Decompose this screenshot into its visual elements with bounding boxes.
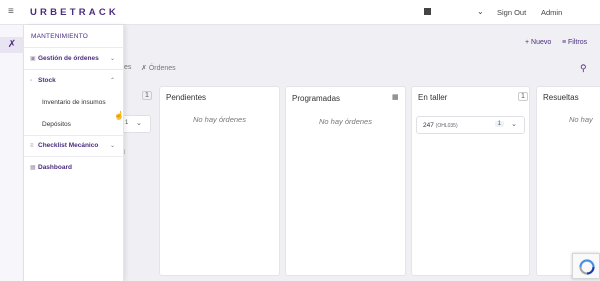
chevron-down-icon[interactable]: ⌄: [136, 119, 142, 127]
column-empty-text: No hay órdenes: [319, 117, 372, 126]
brand-logo[interactable]: URBETRACK: [30, 7, 119, 18]
column-empty-text: No hay órdenes: [193, 115, 246, 124]
left-rail: ✗: [0, 25, 24, 281]
chevron-down-icon: ⌄: [110, 143, 116, 149]
menu-divider: [24, 156, 124, 157]
recaptcha-badge[interactable]: [572, 253, 600, 279]
menu-item-label: Gestión de órdenes: [38, 55, 99, 62]
building-icon[interactable]: [424, 8, 431, 15]
order-card-badge: 1: [494, 121, 504, 127]
column-title: Pendientes: [166, 93, 207, 102]
order-card-label: 247 (OHL035): [423, 122, 458, 129]
recaptcha-icon: [579, 259, 595, 275]
column-pendientes: Pendientes No hay órdenes: [159, 86, 280, 276]
new-button-label: Nuevo: [531, 39, 552, 46]
menu-item-label: Checklist Mecánico: [38, 142, 99, 149]
dashboard-icon: ▦: [30, 165, 36, 171]
calendar-icon[interactable]: ▦: [392, 93, 399, 101]
menu-divider: [24, 69, 124, 70]
column-count-badge: 1: [518, 92, 528, 101]
column-resueltas: Resueltas No hay: [536, 86, 600, 276]
column-count-badge: 1: [142, 91, 152, 100]
column-title: Resueltas: [543, 93, 579, 102]
new-button[interactable]: + Nuevo: [525, 39, 551, 46]
tools-icon[interactable]: ✗: [0, 37, 24, 53]
column-partial-text: l: [124, 150, 126, 156]
menu-divider: [24, 47, 124, 48]
box-icon: ▫: [30, 78, 33, 84]
menu-item-label: Dashboard: [38, 164, 72, 171]
filters-button[interactable]: ≡ Filtros: [562, 39, 587, 46]
order-card-plate: (OHL035): [435, 123, 458, 129]
top-bar: ≡ URBETRACK ⌄ Sign Out Admin: [0, 0, 600, 25]
menu-item-checklist[interactable]: ≡ Checklist Mecánico ⌄: [30, 142, 118, 149]
tools-icon: ✗: [141, 65, 147, 72]
column-title: En taller: [418, 93, 448, 102]
submenu-item-depositos[interactable]: Depósitos: [42, 121, 71, 128]
order-card[interactable]: 247 (OHL035) 1 ⌄: [416, 116, 525, 134]
tab-ordenes[interactable]: ✗ Órdenes: [141, 64, 176, 72]
order-card-id: 247: [423, 122, 434, 129]
search-icon[interactable]: ⚲: [580, 63, 587, 74]
column-en-taller: En taller 1 247 (OHL035) 1 ⌄: [411, 86, 530, 276]
column-title: Programadas: [292, 94, 341, 103]
hamburger-menu-icon[interactable]: ≡: [8, 7, 14, 17]
tab-ordenes-label: Órdenes: [148, 65, 176, 72]
submenu-item-inventario[interactable]: Inventario de insumos: [42, 99, 106, 106]
tab-partial[interactable]: es: [124, 64, 131, 71]
column-empty-text: No hay: [569, 115, 593, 124]
chevron-down-icon: ⌄: [110, 56, 116, 62]
menu-divider: [24, 135, 124, 136]
order-card-badge: 1: [125, 120, 129, 126]
list-icon: ≡: [30, 143, 34, 149]
menu-item-dashboard[interactable]: ▦ Dashboard: [30, 164, 118, 171]
column-programadas: Programadas ▦ No hay órdenes: [285, 86, 406, 276]
order-card[interactable]: 1 ⌄: [124, 115, 151, 133]
truck-icon: ▣: [30, 56, 36, 62]
menu-item-label: Stock: [38, 77, 56, 84]
menu-item-stock[interactable]: ▫ Stock ⌃: [30, 77, 118, 84]
chevron-down-icon[interactable]: ⌄: [477, 7, 484, 16]
chevron-down-icon[interactable]: ⌄: [511, 120, 517, 128]
mouse-pointer-icon: ☝: [114, 111, 124, 120]
filters-button-label: Filtros: [568, 39, 588, 46]
menu-section-header: MANTENIMIENTO: [31, 33, 89, 40]
sign-out-link[interactable]: Sign Out: [497, 8, 526, 17]
side-menu: MANTENIMIENTO ▣ Gestión de órdenes ⌄ ▫ Sto…: [24, 25, 124, 281]
menu-item-gestion-ordenes[interactable]: ▣ Gestión de órdenes ⌄: [30, 55, 118, 62]
chevron-up-icon: ⌃: [110, 78, 116, 84]
user-name[interactable]: Admin: [541, 8, 562, 17]
